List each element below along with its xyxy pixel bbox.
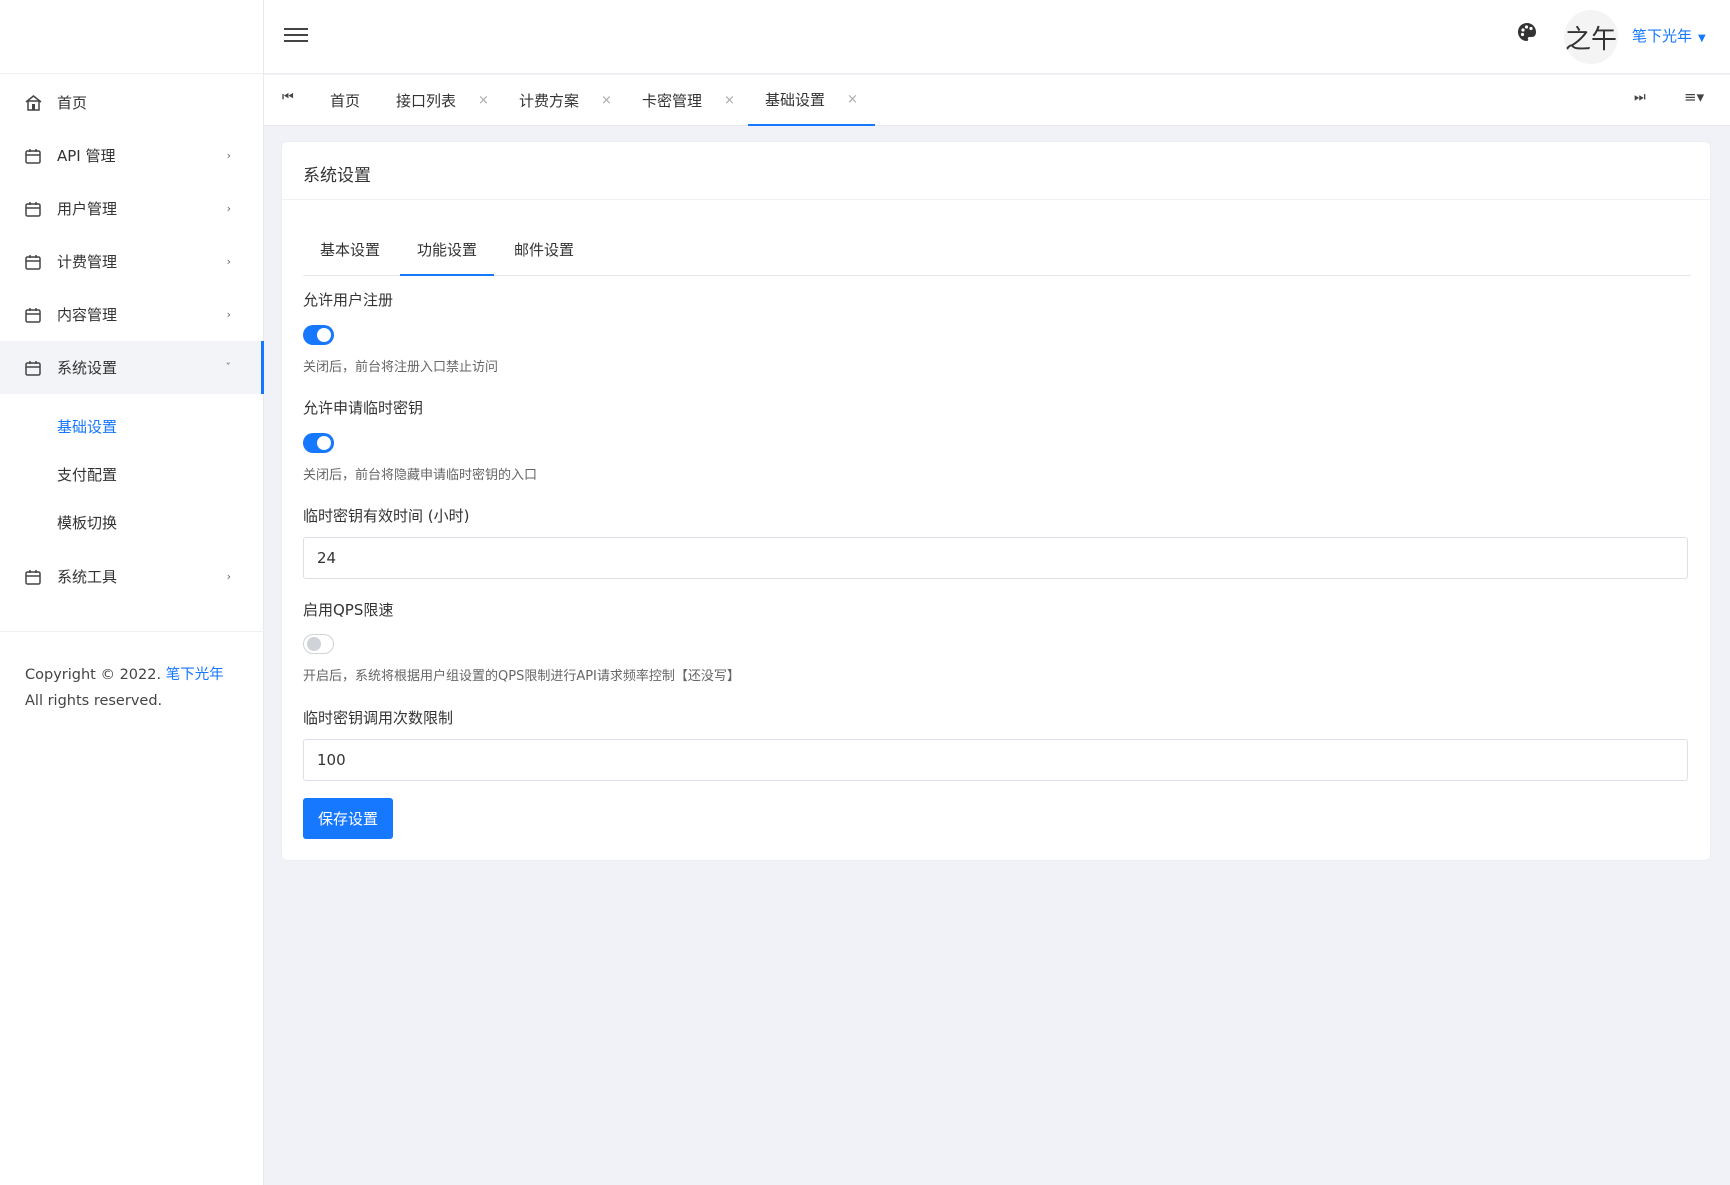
qps-label: 启用QPS限速 bbox=[303, 601, 394, 619]
tab-home[interactable]: 首页 bbox=[330, 75, 360, 126]
chevron-right-icon: › bbox=[226, 255, 231, 268]
copyright-link[interactable]: 笔下光年 bbox=[166, 667, 224, 683]
qps-hint: 开启后，系统将根据用户组设置的QPS限制进行API请求频率控制【还没写】 bbox=[303, 669, 740, 684]
sidebar-item-label: API 管理 bbox=[57, 147, 116, 165]
calendar-icon bbox=[24, 359, 42, 377]
allow-tempkey-toggle[interactable] bbox=[303, 433, 334, 453]
top-header: 之午 笔下光年 ▼ bbox=[264, 0, 1730, 74]
close-icon[interactable]: × bbox=[847, 92, 858, 107]
close-icon[interactable]: × bbox=[478, 93, 489, 108]
sidebar-item-api[interactable]: API 管理 › bbox=[0, 129, 263, 182]
settings-card: 系统设置 基本设置 功能设置 邮件设置 允许用户注册 关闭后，前台将注册入口禁止… bbox=[281, 141, 1711, 861]
tab-label: 计费方案 bbox=[519, 92, 580, 110]
allow-register-hint: 关闭后，前台将注册入口禁止访问 bbox=[303, 360, 499, 375]
tab-label: 邮件设置 bbox=[514, 241, 575, 259]
calendar-icon bbox=[24, 306, 42, 324]
allow-tempkey-label: 允许申请临时密钥 bbox=[303, 399, 424, 417]
tabs-last-icon[interactable]: ⏭ bbox=[1634, 90, 1646, 105]
chevron-right-icon: › bbox=[226, 570, 231, 583]
copyright-suffix: All rights reserved. bbox=[25, 693, 163, 709]
sidebar-item-content[interactable]: 内容管理 › bbox=[0, 288, 263, 341]
chevron-down-icon: ˇ bbox=[225, 361, 232, 374]
close-icon[interactable]: × bbox=[724, 93, 735, 108]
home-icon bbox=[24, 94, 42, 112]
tab-basic-settings[interactable]: 基础设置 × bbox=[748, 75, 875, 126]
settings-tabs: 基本设置 功能设置 邮件设置 bbox=[303, 236, 1691, 276]
submenu-item-template-switch[interactable]: 模板切换 bbox=[0, 498, 263, 546]
sidebar-item-label: 内容管理 bbox=[57, 306, 118, 324]
tab-label: 基础设置 bbox=[765, 91, 826, 109]
sidebar-item-label: 计费管理 bbox=[57, 253, 118, 271]
allow-tempkey-hint: 关闭后，前台将隐藏申请临时密钥的入口 bbox=[303, 468, 538, 483]
page-tabs-bar: ⏮ 首页 接口列表 × 计费方案 × 卡密管理 × 基础设置 × ⏭ ≡▾ bbox=[264, 75, 1730, 126]
calendar-icon bbox=[24, 568, 42, 586]
submenu-item-payment-config[interactable]: 支付配置 bbox=[0, 450, 263, 498]
username: 笔下光年 bbox=[1632, 27, 1693, 45]
save-button[interactable]: 保存设置 bbox=[303, 798, 393, 839]
caret-down-icon: ▼ bbox=[1698, 33, 1706, 44]
tab-api-list[interactable]: 接口列表 × bbox=[396, 75, 489, 126]
sidebar-submenu: 基础设置 支付配置 模板切换 bbox=[0, 394, 263, 550]
tab-label: 接口列表 bbox=[396, 92, 457, 110]
tempkey-hours-label: 临时密钥有效时间 (小时) bbox=[303, 507, 470, 525]
tab-label: 卡密管理 bbox=[642, 92, 703, 110]
chevron-right-icon: › bbox=[226, 308, 231, 321]
qps-toggle[interactable] bbox=[303, 634, 334, 654]
sidebar-item-home[interactable]: 首页 bbox=[0, 76, 263, 129]
tab-features[interactable]: 功能设置 bbox=[400, 236, 495, 276]
sidebar-item-label: 用户管理 bbox=[57, 200, 118, 218]
tab-basic[interactable]: 基本设置 bbox=[303, 236, 397, 276]
tempkey-calls-label: 临时密钥调用次数限制 bbox=[303, 709, 454, 727]
tabs-menu-icon[interactable]: ≡▾ bbox=[1684, 88, 1704, 106]
submenu-item-basic-settings[interactable]: 基础设置 bbox=[0, 402, 263, 450]
avatar[interactable]: 之午 bbox=[1564, 10, 1618, 64]
sidebar-logo-area bbox=[0, 0, 263, 74]
tempkey-calls-input[interactable] bbox=[303, 739, 1688, 781]
allow-register-label: 允许用户注册 bbox=[303, 291, 394, 309]
calendar-icon bbox=[24, 253, 42, 271]
user-menu[interactable]: 笔下光年 ▼ bbox=[1632, 25, 1706, 46]
close-icon[interactable]: × bbox=[601, 93, 612, 108]
sidebar-menu: 首页 API 管理 › 用户管理 › 计费管理 › 内容管理 › 系统设置 ˇ bbox=[0, 76, 264, 394]
tab-label: 基本设置 bbox=[320, 241, 381, 259]
allow-register-toggle[interactable] bbox=[303, 325, 334, 345]
menu-toggle-icon[interactable] bbox=[284, 24, 308, 48]
sidebar-item-label: 首页 bbox=[57, 94, 88, 112]
page-title: 系统设置 bbox=[282, 142, 1710, 200]
sidebar-item-billing[interactable]: 计费管理 › bbox=[0, 235, 263, 288]
tab-billing-plans[interactable]: 计费方案 × bbox=[519, 75, 612, 126]
copyright-text: Copyright © 2022. bbox=[25, 667, 162, 683]
tab-card-keys[interactable]: 卡密管理 × bbox=[642, 75, 735, 126]
sidebar-item-label: 系统工具 bbox=[57, 568, 118, 586]
sidebar-item-system-tools[interactable]: 系统工具 › bbox=[0, 550, 263, 603]
sidebar-item-users[interactable]: 用户管理 › bbox=[0, 182, 263, 235]
tab-email[interactable]: 邮件设置 bbox=[497, 236, 591, 276]
sidebar: 首页 API 管理 › 用户管理 › 计费管理 › 内容管理 › 系统设置 ˇ bbox=[0, 0, 264, 1185]
tabs-first-icon[interactable]: ⏮ bbox=[282, 90, 294, 105]
tempkey-hours-input[interactable] bbox=[303, 537, 1688, 579]
tab-label: 功能设置 bbox=[417, 241, 478, 259]
chevron-right-icon: › bbox=[226, 149, 231, 162]
tab-label: 首页 bbox=[330, 92, 361, 110]
sidebar-item-system-settings[interactable]: 系统设置 ˇ bbox=[0, 341, 264, 394]
calendar-icon bbox=[24, 147, 42, 165]
palette-icon[interactable] bbox=[1517, 22, 1539, 44]
sidebar-menu-tools: 系统工具 › bbox=[0, 550, 263, 603]
calendar-icon bbox=[24, 200, 42, 218]
copyright: Copyright © 2022. 笔下光年 All rights reserv… bbox=[0, 631, 264, 714]
chevron-right-icon: › bbox=[226, 202, 231, 215]
sidebar-item-label: 系统设置 bbox=[57, 359, 118, 377]
